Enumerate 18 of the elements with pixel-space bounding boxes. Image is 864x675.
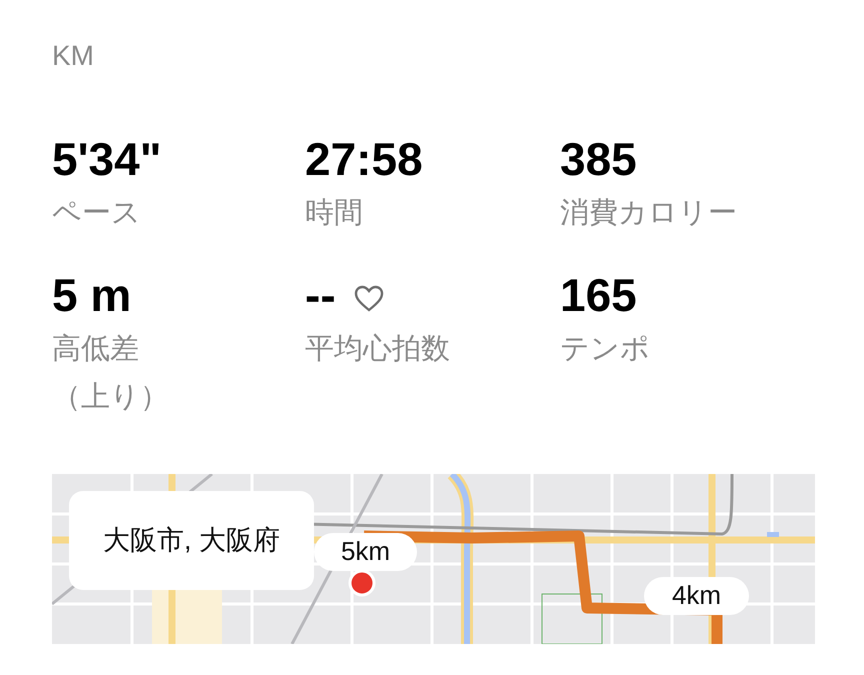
distance-marker: 5km <box>314 532 417 571</box>
end-marker-icon <box>348 568 376 597</box>
stat-label: 平均心拍数 <box>305 332 451 367</box>
stat-label: 消費カロリー <box>560 196 738 231</box>
unit-label: KM <box>52 42 95 70</box>
stat-value: 385 <box>560 136 637 182</box>
stat-label: 時間 <box>305 196 364 231</box>
stat-value: 5'34" <box>52 136 162 182</box>
stat-value: 165 <box>560 272 637 318</box>
stat-label: ペース <box>52 196 142 231</box>
stat-value: 5 m <box>52 272 132 318</box>
heart-icon <box>354 284 384 313</box>
distance-marker: 4km <box>644 576 749 615</box>
stat-value: -- <box>305 272 336 318</box>
stat-label: 高低差（上り） <box>52 332 170 415</box>
stat-value: 27:58 <box>305 136 423 182</box>
location-name: 大阪市, 大阪府 <box>102 524 280 558</box>
stat-label: テンポ <box>560 332 651 367</box>
